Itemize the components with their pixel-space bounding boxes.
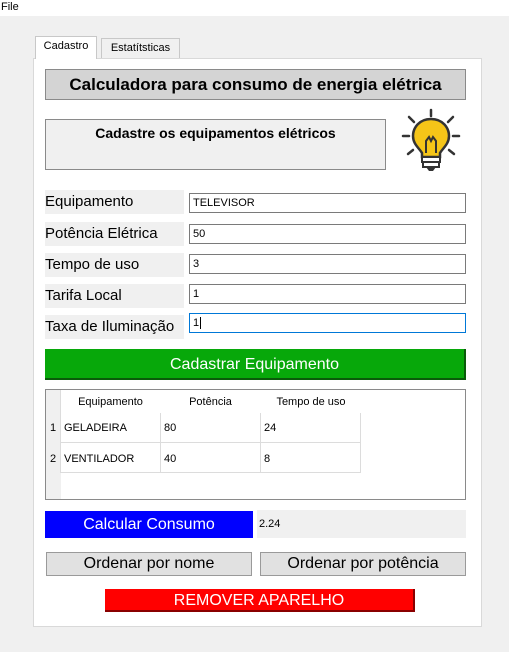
remover-aparelho-button[interactable]: REMOVER APARELHO [105, 589, 415, 612]
equipment-table[interactable]: Equipamento Potência Tempo de uso 1 GELA… [45, 389, 466, 500]
table-empty-area [46, 473, 465, 499]
ordenar-potencia-button[interactable]: Ordenar por potência [260, 552, 466, 576]
calcular-consumo-button[interactable]: Calcular Consumo [45, 511, 253, 538]
lightbulb-icon [400, 107, 462, 173]
taxa-value: 1 [193, 317, 200, 329]
cadastrar-button[interactable]: Cadastrar Equipamento [45, 349, 466, 380]
section-subtitle: Cadastre os equipamentos elétricos [45, 119, 386, 170]
grid-line [61, 442, 361, 443]
equipamento-value: TELEVISOR [193, 197, 255, 209]
table-cell-tempo[interactable]: 8 [264, 452, 270, 466]
tempo-value: 3 [193, 258, 200, 270]
tarifa-value: 1 [193, 288, 200, 300]
row-number: 2 [49, 453, 57, 465]
table-cell-equipamento[interactable]: GELADEIRA [64, 421, 127, 435]
potencia-value: 50 [193, 228, 206, 240]
row-header-filler [46, 473, 61, 499]
table-cell-potencia[interactable]: 80 [164, 421, 176, 435]
tempo-input[interactable]: 3 [189, 254, 466, 274]
consumo-result: 2.24 [257, 510, 466, 538]
menu-bar [0, 0, 509, 16]
taxa-input[interactable]: 1 [189, 313, 466, 333]
grid-line [61, 472, 361, 473]
potencia-input[interactable]: 50 [189, 224, 466, 244]
col-header-tempo[interactable]: Tempo de uso [261, 395, 361, 409]
tab-estatisticas[interactable]: Estatítsticas [101, 38, 180, 58]
table-cell-equipamento[interactable]: VENTILADOR [64, 452, 134, 466]
label-potencia: Potência Elétrica [45, 222, 184, 246]
grid-line [360, 413, 361, 473]
label-tarifa: Tarifa Local [45, 284, 184, 308]
table-cell-tempo[interactable]: 24 [264, 421, 276, 435]
menu-file[interactable]: File [1, 1, 19, 14]
row-number: 1 [49, 422, 57, 434]
label-tempo: Tempo de uso [45, 253, 184, 277]
tab-cadastro[interactable]: Cadastro [35, 36, 97, 59]
grid-line [160, 413, 161, 473]
grid-line [260, 413, 261, 473]
page-title: Calculadora para consumo de energia elét… [45, 69, 466, 100]
text-caret [200, 317, 202, 330]
ordenar-nome-button[interactable]: Ordenar por nome [46, 552, 252, 576]
col-header-equipamento[interactable]: Equipamento [61, 395, 160, 409]
table-cell-potencia[interactable]: 40 [164, 452, 176, 466]
equipamento-input[interactable]: TELEVISOR [189, 193, 466, 213]
label-equipamento: Equipamento [45, 190, 184, 214]
col-header-potencia[interactable]: Potência [161, 395, 260, 409]
tarifa-input[interactable]: 1 [189, 284, 466, 304]
label-taxa: Taxa de Iluminação [45, 315, 184, 339]
